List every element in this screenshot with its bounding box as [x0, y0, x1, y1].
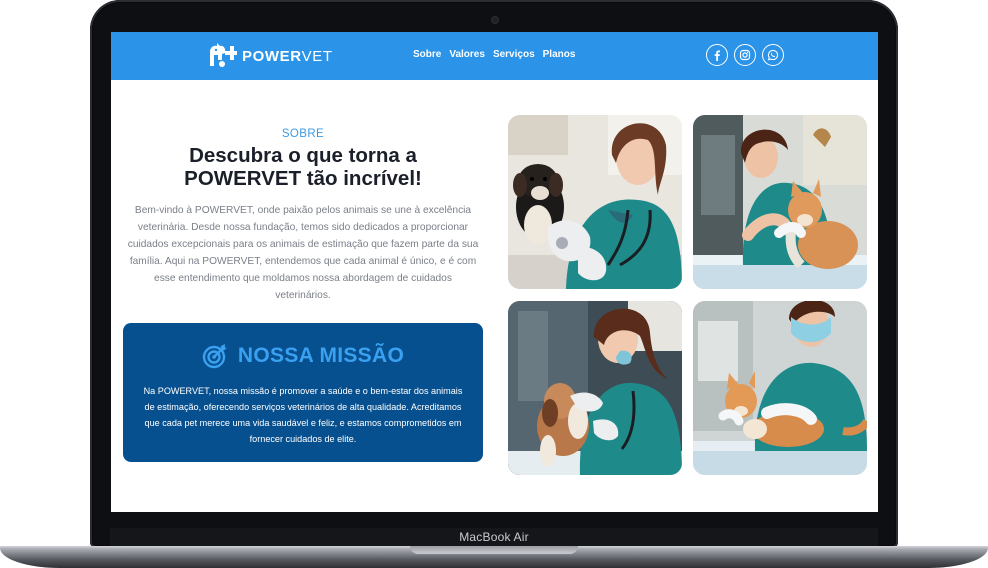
- logo[interactable]: POWERVET: [207, 42, 333, 70]
- social-links: [706, 44, 784, 66]
- photo-vet-with-puppy: [508, 115, 682, 289]
- about-paragraph: Bem-vindo à POWERVET, onde paixão pelos …: [127, 205, 479, 301]
- laptop-notch: [410, 546, 578, 554]
- facebook-button[interactable]: [706, 44, 728, 66]
- nav-link-sobre[interactable]: Sobre: [413, 49, 441, 60]
- section-title: Descubra o que torna a POWERVET tão incr…: [123, 144, 483, 190]
- target-icon: [202, 344, 227, 369]
- nav-link-servicos[interactable]: Serviços: [493, 49, 535, 60]
- facebook-icon: [714, 50, 720, 61]
- photo-vet-examining-puppy: [508, 301, 682, 475]
- section-eyebrow: SOBRE: [281, 128, 325, 140]
- powervet-logo-icon: [210, 43, 237, 67]
- whatsapp-button[interactable]: [762, 44, 784, 66]
- mission-card: NOSSA MISSÃO Na POWERVET, nossa missão é…: [123, 323, 483, 462]
- mission-paragraph: Na POWERVET, nossa missão é promover a s…: [143, 386, 463, 444]
- nav-links: Sobre Valores Serviços Planos: [413, 49, 575, 60]
- about-section: SOBRE Descubra o que torna a POWERVET tã…: [123, 128, 483, 304]
- device-label: MacBook Air: [459, 530, 529, 544]
- camera-icon: [492, 17, 498, 23]
- navbar: POWERVET Sobre Valores Serviços Planos: [111, 32, 878, 80]
- mission-header: NOSSA MISSÃO: [123, 343, 483, 369]
- whatsapp-icon: [767, 49, 779, 61]
- instagram-icon: [739, 49, 751, 61]
- logo-text: POWERVET: [242, 47, 333, 65]
- nav-link-valores[interactable]: Valores: [449, 49, 485, 60]
- photo-vet-with-cat: [693, 115, 867, 289]
- website-screen: POWERVET Sobre Valores Serviços Planos S…: [111, 32, 878, 512]
- instagram-button[interactable]: [734, 44, 756, 66]
- nav-link-planos[interactable]: Planos: [543, 49, 576, 60]
- mission-title: NOSSA MISSÃO: [237, 344, 405, 367]
- title-line-2: POWERVET tão incrível!: [184, 167, 422, 190]
- photo-vet-holding-cat: [693, 301, 867, 475]
- title-line-1: Descubra o que torna a: [189, 144, 417, 167]
